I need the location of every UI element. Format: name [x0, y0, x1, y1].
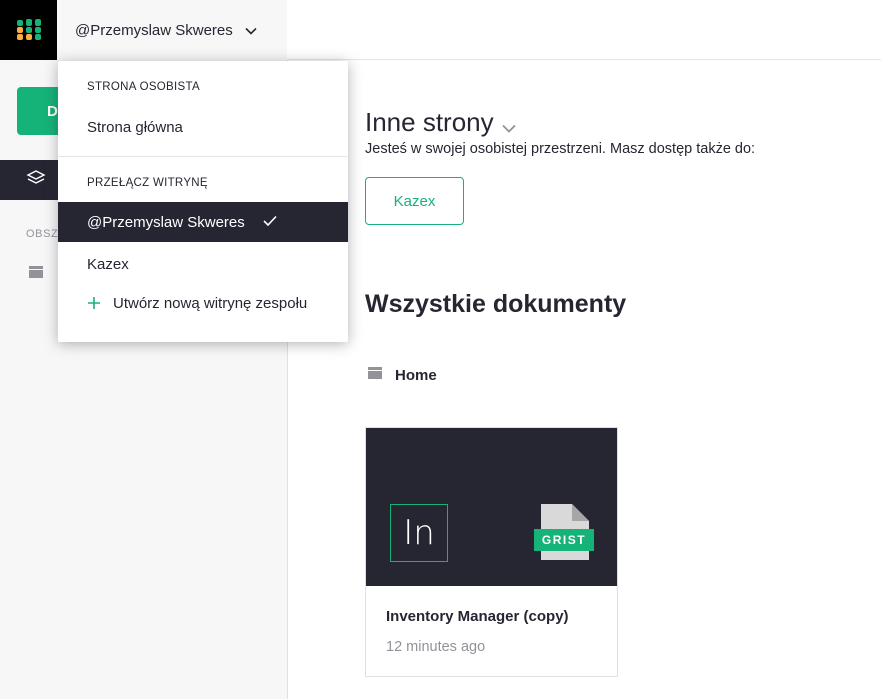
org-name: @Przemyslaw Skweres	[75, 21, 233, 39]
check-icon	[263, 214, 277, 231]
add-new-label: D	[47, 102, 58, 120]
workspaces-label: OBSZ	[26, 228, 59, 240]
grist-file-badge: GRIST	[541, 533, 587, 547]
menu-item-home[interactable]: Strona główna	[58, 108, 348, 146]
other-sites-title-text: Inne strony	[365, 107, 494, 137]
other-sites-title[interactable]: Inne strony	[365, 105, 516, 140]
menu-item-site-label: Kazex	[87, 255, 129, 273]
menu-header-switch-site: PRZEŁĄCZ WITRYNĘ	[87, 177, 208, 189]
menu-item-site-personal[interactable]: @Przemyslaw Skweres	[58, 202, 348, 242]
document-card[interactable]: In GRIST Inventory Manager (copy) 12 min…	[365, 427, 618, 677]
other-sites-description: Jesteś w swojej osobistej przestrzeni. M…	[365, 141, 756, 157]
menu-item-home-label: Strona główna	[87, 118, 183, 136]
document-initials: In	[390, 504, 448, 562]
workspace-name: Home	[395, 366, 437, 384]
menu-header-personal: STRONA OSOBISTA	[87, 81, 200, 93]
chevron-down-icon	[245, 22, 257, 39]
chevron-down-icon[interactable]	[502, 109, 516, 140]
document-updated-time: 12 minutes ago	[386, 639, 486, 655]
create-team-site-label: Utwórz nową witrynę zespołu	[113, 294, 308, 312]
org-switcher-menu: STRONA OSOBISTA Strona główna PRZEŁĄCZ W…	[58, 61, 348, 342]
document-thumbnail: In GRIST	[366, 428, 617, 586]
grist-logo[interactable]	[0, 0, 57, 60]
document-name: Inventory Manager (copy)	[386, 608, 569, 625]
grist-logo-icon	[16, 19, 41, 40]
workspace-icon	[367, 366, 383, 384]
plus-icon	[87, 296, 101, 310]
all-documents-title: Wszystkie dokumenty	[365, 290, 627, 318]
menu-divider	[58, 156, 348, 157]
workspace-header[interactable]: Home	[367, 366, 437, 384]
menu-item-create-team-site[interactable]: Utwórz nową witrynę zespołu	[58, 284, 348, 322]
grist-file-icon: GRIST	[534, 502, 594, 567]
sidebar-item-workspace[interactable]	[28, 265, 44, 284]
menu-item-site-kazex[interactable]: Kazex	[58, 245, 348, 283]
layers-icon	[26, 169, 46, 192]
org-switcher[interactable]: @Przemyslaw Skweres	[57, 0, 287, 60]
site-button-kazex[interactable]: Kazex	[365, 177, 464, 225]
workspace-icon	[28, 266, 44, 283]
top-bar	[288, 0, 881, 60]
menu-item-site-label: @Przemyslaw Skweres	[87, 213, 245, 231]
